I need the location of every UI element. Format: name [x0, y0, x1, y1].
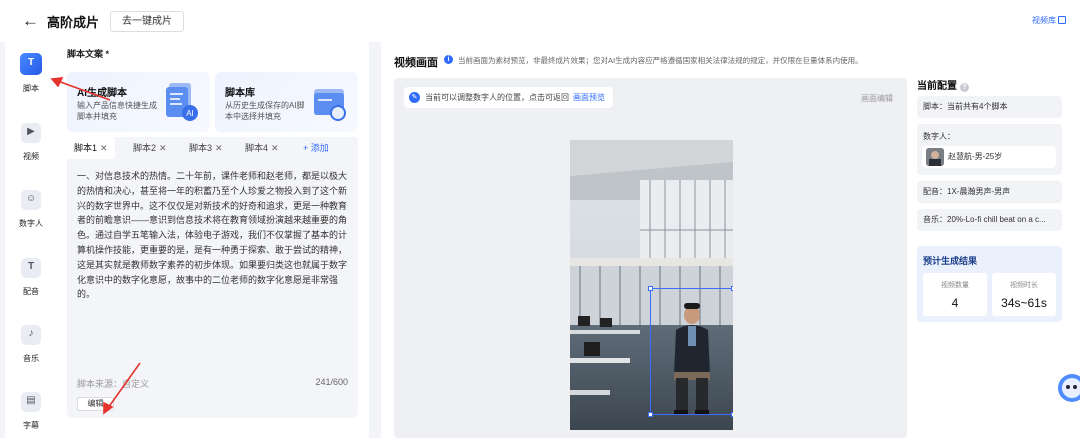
nav-label: 数字人	[19, 219, 43, 228]
ai-generate-script-card[interactable]: AI生成脚本 输入产品信息快捷生成脚本并填充 AI	[67, 72, 210, 132]
dubbing-icon: T	[21, 258, 41, 278]
estimated-result: 预计生成结果 视频数量 4 视频时长 34s~61s	[917, 246, 1062, 322]
script-editor[interactable]: 一、对信息技术的热情。二十年前，课件老师和赵老师，都是以极大的热情和决心，甚至将…	[67, 159, 358, 418]
canvas-edit-button[interactable]: 画面编辑	[861, 93, 893, 104]
info-icon: i	[444, 55, 453, 64]
close-icon[interactable]: ✕	[271, 143, 279, 153]
tab-script-4[interactable]: 脚本4 ✕	[245, 137, 279, 159]
tab-label: 脚本1	[74, 143, 98, 153]
result-title: 预计生成结果	[923, 256, 978, 266]
card-desc: 输入产品信息快捷生成脚本并填充	[77, 101, 157, 121]
folder-search-icon	[314, 89, 346, 121]
tab-script-3[interactable]: 脚本3 ✕	[189, 137, 223, 159]
digital-human-icon: ☺	[21, 190, 41, 210]
config-script: 脚本：当前共有4个脚本	[917, 96, 1062, 118]
config-music: 音乐：20%-Lo-fi chill beat on a c...	[917, 209, 1062, 231]
nav-item-video[interactable]: ▶ 视频	[5, 123, 57, 162]
script-library-card[interactable]: 脚本库 从历史生成保存的AI脚本中选择并填充	[215, 72, 358, 132]
stat-value: 34s~61s	[1001, 296, 1047, 310]
config-digital-human: 数字人： 赵慧航-男-25岁	[917, 124, 1062, 175]
card-title: AI生成脚本	[77, 88, 127, 99]
nav-item-script[interactable]: T 脚本	[5, 53, 57, 94]
stat-label: 视频时长	[1010, 282, 1038, 289]
stat-video-count: 视频数量 4	[923, 273, 987, 316]
close-icon[interactable]: ✕	[215, 143, 223, 153]
nav-label: 视频	[23, 152, 39, 161]
tab-label: 脚本3	[189, 143, 213, 153]
hint-text: 当前可以调整数字人的位置，点击可返回	[425, 93, 569, 102]
script-panel: 脚本文案 * AI生成脚本 输入产品信息快捷生成脚本并填充 AI 脚本库 从历史…	[57, 42, 369, 438]
script-section-title: 脚本文案 *	[67, 49, 110, 59]
one-click-button[interactable]: 去一键成片	[110, 11, 184, 32]
avatar	[926, 148, 944, 166]
stat-label: 视频数量	[941, 282, 969, 289]
ai-document-icon: AI	[166, 83, 198, 121]
help-icon[interactable]: ?	[960, 83, 969, 92]
tab-label: 脚本4	[245, 143, 269, 153]
close-icon[interactable]: ✕	[100, 143, 108, 153]
video-canvas: ✎ 当前可以调整数字人的位置，点击可返回 画面预览 画面编辑	[394, 78, 907, 438]
tab-script-1[interactable]: 脚本1 ✕	[67, 137, 115, 159]
assistant-bot-icon[interactable]	[1052, 366, 1080, 410]
resize-handle[interactable]	[731, 286, 733, 291]
script-icon: T	[20, 53, 42, 75]
tab-script-2[interactable]: 脚本2 ✕	[133, 137, 167, 159]
nav-item-digital-human[interactable]: ☺ 数字人	[5, 190, 57, 229]
resize-handle[interactable]	[731, 412, 733, 417]
resize-handle[interactable]	[648, 286, 653, 291]
svg-text:AI: AI	[186, 109, 194, 118]
tab-label: 脚本2	[133, 143, 157, 153]
position-hint: ✎ 当前可以调整数字人的位置，点击可返回 画面预览	[404, 87, 613, 108]
nav-label: 音乐	[23, 354, 39, 363]
stat-video-duration: 视频时长 34s~61s	[992, 273, 1056, 316]
music-icon: ♪	[21, 325, 41, 345]
digital-human-item[interactable]: 赵慧航-男-25岁	[922, 146, 1056, 168]
back-to-preview-link[interactable]: 画面预览	[573, 93, 605, 102]
nav-item-subtitle[interactable]: ▤ 字幕	[5, 392, 57, 431]
stat-value: 4	[951, 296, 959, 310]
pen-icon: ✎	[409, 92, 420, 103]
script-text[interactable]: 一、对信息技术的热情。二十年前，课件老师和赵老师，都是以极大的热情和决心，甚至将…	[77, 169, 349, 302]
video-library-link[interactable]: 视频库	[1032, 15, 1066, 26]
edit-button[interactable]: 编辑	[77, 397, 114, 411]
card-title: 脚本库	[225, 88, 255, 99]
script-tabs: 脚本1 ✕ 脚本2 ✕ 脚本3 ✕ 脚本4 ✕ + 添加	[67, 137, 358, 159]
video-note: 当前画面为素材预览，非最终成片效果；您对AI生成内容应严格遵循国家相关法律法规的…	[458, 56, 863, 65]
video-library-label: 视频库	[1032, 16, 1056, 25]
config-voice: 配音：1X-晨瀚男声-男声	[917, 181, 1062, 203]
nav-item-dubbing[interactable]: T 配音	[5, 258, 57, 297]
top-bar: ← 高阶成片 去一键成片 视频库	[0, 0, 1080, 42]
card-desc: 从历史生成保存的AI脚本中选择并填充	[225, 101, 305, 121]
nav-label: 配音	[23, 287, 39, 296]
subtitle-icon: ▤	[21, 392, 41, 412]
video-section-title: 视频画面	[394, 57, 438, 69]
video-icon: ▶	[21, 123, 41, 143]
external-link-icon	[1058, 16, 1066, 24]
nav-label: 脚本	[23, 84, 39, 93]
config-title: 当前配置?	[917, 77, 969, 92]
nav-label: 字幕	[23, 421, 39, 430]
digital-human-name: 赵慧航-男-25岁	[948, 152, 1003, 161]
arrow-left-icon[interactable]: ←	[22, 11, 42, 31]
digital-human-label: 数字人：	[923, 132, 955, 141]
script-source: 脚本来源：自定义	[77, 379, 150, 389]
resize-handle[interactable]	[648, 412, 653, 417]
nav-item-music[interactable]: ♪ 音乐	[5, 325, 57, 364]
char-count: 241/600	[315, 377, 348, 387]
add-script-tab-button[interactable]: + 添加	[303, 137, 329, 159]
left-nav: T 脚本 ▶ 视频 ☺ 数字人 T 配音 ♪ 音乐 ▤ 字幕	[5, 42, 57, 438]
close-icon[interactable]: ✕	[159, 143, 167, 153]
video-frame[interactable]	[570, 140, 733, 430]
page-title: 高阶成片	[47, 15, 100, 30]
digital-human-selection-box[interactable]	[648, 286, 733, 417]
